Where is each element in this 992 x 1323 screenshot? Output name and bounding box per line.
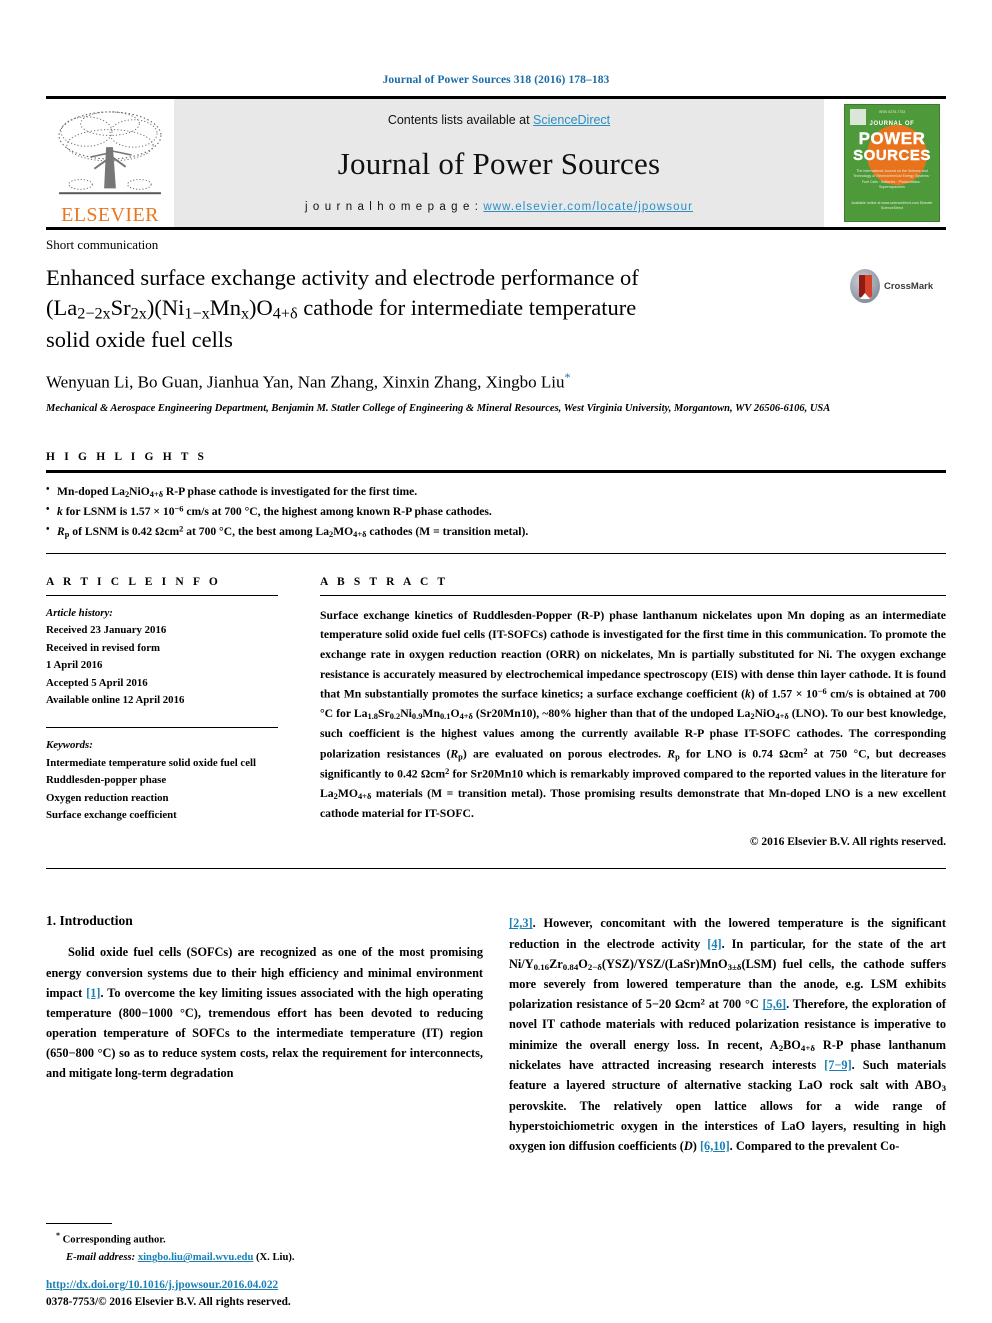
running-head: Journal of Power Sources 318 (2016) 178–…	[382, 74, 610, 86]
info-abstract-row: A R T I C L E I N F O Article history: R…	[46, 575, 947, 849]
crossmark-badge[interactable]: CrossMark	[850, 263, 946, 303]
footnote-asterisk: *	[56, 1231, 60, 1241]
cover-footer-text: Available online at www.sciencedirect.co…	[851, 200, 933, 211]
article-info-column: A R T I C L E I N F O Article history: R…	[46, 576, 278, 849]
issn-copyright-line: 0378-7753/© 2016 Elsevier B.V. All right…	[46, 1296, 291, 1309]
intro-paragraph-left: Solid oxide fuel cells (SOFCs) are recog…	[46, 945, 483, 1081]
citation-link-2-3[interactable]: [2,3]	[509, 916, 533, 930]
footnote-rule	[46, 1223, 112, 1225]
author-email-link[interactable]: xingbo.liu@mail.wvu.edu	[138, 1252, 254, 1263]
section-title-introduction: 1. Introduction	[46, 913, 133, 929]
highlight-item: Mn-doped La2NiO4+δ R-P phase cathode is …	[46, 481, 946, 502]
masthead-bottom-rule	[46, 227, 946, 230]
cover-issn-text: ISSN 0378-7753	[878, 110, 906, 114]
page-title: Enhanced surface exchange activity and e…	[46, 263, 850, 354]
footnote-corresponding-text: Corresponding author.	[62, 1234, 166, 1246]
journal-homepage-line: j o u r n a l h o m e p a g e : www.else…	[305, 201, 693, 213]
abstract-heading: A B S T R A C T	[320, 575, 449, 588]
abstract-text: Surface exchange kinetics of Ruddlesden-…	[320, 608, 947, 820]
history-line: Accepted 5 April 2016	[46, 676, 148, 689]
email-label: E-mail address:	[66, 1252, 136, 1264]
body-column-left: 1. Introduction Solid oxide fuel cells (…	[46, 913, 483, 1156]
journal-cover-thumbnail[interactable]: ISSN 0378-7753 JOURNAL OF POWER SOURCES …	[838, 99, 946, 227]
highlights-bottom-rule	[46, 552, 946, 554]
citation-link-6-10[interactable]: [6,10]	[700, 1139, 730, 1153]
highlight-item: k for LSNM is 1.57 × 10−6 cm/s at 700 °C…	[46, 501, 946, 522]
abstract-bottom-rule	[46, 868, 946, 870]
elsevier-tree-icon	[51, 108, 169, 204]
email-suffix: (X. Liu).	[253, 1252, 295, 1264]
history-line: Received in revised form	[46, 641, 161, 654]
corresponding-author-footnote: * Corresponding author. E-mail address: …	[46, 1223, 486, 1267]
highlights-list: Mn-doped La2NiO4+δ R-P phase cathode is …	[46, 473, 946, 552]
contents-list-line: Contents lists available at ScienceDirec…	[388, 113, 610, 127]
article-page: Journal of Power Sources 318 (2016) 178–…	[0, 0, 992, 1323]
title-line-2: (La2−2xSr2x)(Ni1−xMnx)O4+δ cathode for i…	[46, 294, 637, 323]
journal-masthead: ELSEVIER Contents lists available at Sci…	[46, 96, 946, 227]
keyword-item: Surface exchange coefficient	[46, 809, 177, 822]
affiliation-text: Mechanical & Aerospace Engineering Depar…	[46, 402, 831, 414]
masthead-center-panel: Contents lists available at ScienceDirec…	[174, 99, 824, 227]
page-footer: http://dx.doi.org/10.1016/j.jpowsour.201…	[46, 1275, 506, 1311]
keywords-block: Keywords: Intermediate temperature solid…	[46, 728, 278, 824]
abstract-copyright: © 2016 Elsevier B.V. All rights reserved…	[749, 836, 946, 849]
contents-prefix: Contents lists available at	[387, 113, 534, 127]
title-row: Enhanced surface exchange activity and e…	[46, 263, 946, 354]
corresponding-author-marker[interactable]: *	[564, 370, 570, 384]
abstract-column: A B S T R A C T Surface exchange kinetic…	[320, 575, 947, 849]
title-line-1: Enhanced surface exchange activity and e…	[46, 265, 639, 290]
cover-journal-of-text: JOURNAL OF	[869, 121, 915, 127]
cover-sources-text: SOURCES	[853, 147, 931, 164]
author-list: Wenyuan Li, Bo Guan, Jianhua Yan, Nan Zh…	[46, 370, 946, 393]
article-history-block: Article history: Received 23 January 201…	[46, 596, 278, 710]
highlight-item: Rp of LSNM is 0.42 Ωcm2 at 700 °C, the b…	[46, 521, 946, 542]
sciencedirect-link[interactable]: ScienceDirect	[533, 113, 610, 127]
article-history-label: Article history:	[46, 606, 113, 619]
body-column-right: [2,3]. However, concomitant with the low…	[509, 913, 946, 1156]
journal-cover-image: ISSN 0378-7753 JOURNAL OF POWER SOURCES …	[844, 104, 940, 222]
article-info-heading: A R T I C L E I N F O	[46, 575, 221, 588]
cover-subtitle-text: The International Journal on the Science…	[853, 169, 931, 190]
keyword-item: Oxygen reduction reaction	[46, 791, 169, 804]
intro-paragraph-right: [2,3]. However, concomitant with the low…	[509, 916, 946, 1153]
article-type-label: Short communication	[46, 237, 159, 252]
crossmark-triangle-shape	[860, 293, 870, 299]
history-line: Received 23 January 2016	[46, 624, 167, 637]
journal-homepage-link[interactable]: www.elsevier.com/locate/jpowsour	[483, 201, 693, 213]
doi-link[interactable]: http://dx.doi.org/10.1016/j.jpowsour.201…	[46, 1279, 278, 1291]
crossmark-label: CrossMark	[884, 280, 934, 292]
homepage-prefix: j o u r n a l h o m e p a g e :	[304, 201, 484, 213]
footnote-corresponding-line: * Corresponding author.	[46, 1229, 486, 1249]
elsevier-logo: ELSEVIER	[46, 99, 174, 227]
elsevier-wordmark: ELSEVIER	[61, 204, 159, 226]
citation-link-4[interactable]: [4]	[707, 937, 721, 951]
body-columns: 1. Introduction Solid oxide fuel cells (…	[46, 913, 946, 1156]
author-names: Wenyuan Li, Bo Guan, Jianhua Yan, Nan Zh…	[46, 372, 565, 392]
citation-link-5-6[interactable]: [5,6]	[763, 997, 787, 1011]
journal-title: Journal of Power Sources	[337, 146, 661, 181]
highlights-section: H I G H L I G H T S Mn-doped La2NiO4+δ R…	[46, 451, 946, 554]
history-line: 1 April 2016	[46, 659, 103, 672]
highlights-heading: H I G H L I G H T S	[46, 451, 208, 464]
keyword-item: Intermediate temperature solid oxide fue…	[46, 756, 256, 769]
history-line: Available online 12 April 2016	[46, 694, 185, 706]
citation-link-1[interactable]: [1]	[86, 986, 100, 1000]
footnote-email-line: E-mail address: xingbo.liu@mail.wvu.edu …	[46, 1249, 486, 1267]
keywords-label: Keywords:	[46, 739, 93, 752]
title-line-3: solid oxide fuel cells	[46, 326, 233, 352]
crossmark-icon	[850, 269, 880, 303]
cover-power-text: POWER	[858, 129, 926, 148]
keyword-item: Ruddlesden-popper phase	[46, 774, 167, 787]
citation-link-7-9[interactable]: [7−9]	[824, 1058, 852, 1072]
